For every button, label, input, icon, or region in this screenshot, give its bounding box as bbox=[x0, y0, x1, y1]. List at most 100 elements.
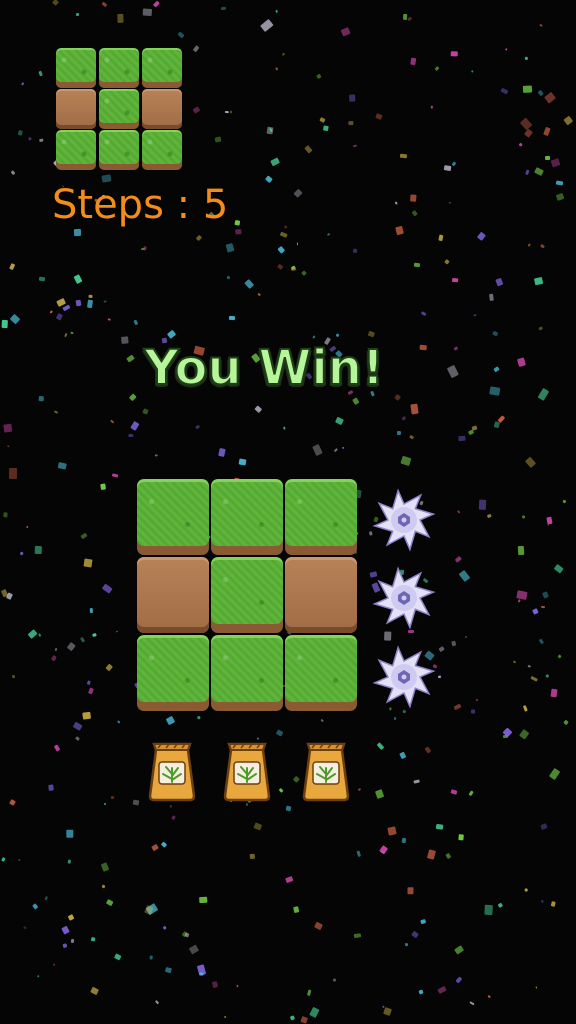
confetti-piece bbox=[535, 986, 538, 990]
confetti-piece bbox=[27, 136, 32, 141]
confetti-piece bbox=[289, 1014, 295, 1021]
confetti-piece bbox=[167, 329, 177, 339]
confetti-piece bbox=[38, 395, 44, 402]
confetti-piece bbox=[478, 500, 486, 511]
confetti-piece bbox=[451, 161, 457, 167]
seed-bag-icon[interactable] bbox=[219, 736, 275, 804]
confetti-piece bbox=[399, 751, 407, 760]
confetti-piece bbox=[0, 856, 6, 862]
confetti-piece bbox=[65, 829, 73, 838]
confetti-piece bbox=[563, 115, 573, 125]
confetti-piece bbox=[382, 1006, 392, 1016]
confetti-piece bbox=[496, 902, 503, 909]
confetti-piece bbox=[225, 242, 235, 253]
confetti-piece bbox=[548, 768, 560, 781]
confetti-piece bbox=[519, 729, 530, 741]
confetti-piece bbox=[282, 426, 286, 430]
confetti-piece bbox=[517, 599, 521, 603]
board-grass-tile[interactable] bbox=[211, 557, 283, 633]
confetti-piece bbox=[311, 335, 316, 340]
confetti-piece bbox=[168, 803, 173, 808]
confetti-piece bbox=[264, 174, 273, 183]
confetti-piece bbox=[6, 444, 10, 448]
confetti-piece bbox=[151, 844, 160, 852]
confetti-piece bbox=[374, 788, 385, 799]
confetti-piece bbox=[522, 705, 528, 713]
board-grass-tile[interactable] bbox=[285, 635, 357, 711]
confetti-piece bbox=[238, 458, 247, 466]
win-message: You Win! bbox=[143, 339, 385, 397]
confetti-piece bbox=[356, 850, 362, 858]
saw-blade-icon[interactable] bbox=[372, 645, 436, 709]
confetti-piece bbox=[128, 433, 133, 438]
confetti-piece bbox=[116, 13, 124, 23]
confetti-piece bbox=[225, 111, 230, 114]
confetti-piece bbox=[235, 984, 239, 988]
confetti-piece bbox=[37, 975, 40, 978]
board-grass-tile[interactable] bbox=[211, 635, 283, 711]
confetti-piece bbox=[101, 583, 113, 594]
confetti-piece bbox=[375, 113, 383, 120]
confetti-piece bbox=[86, 680, 92, 686]
confetti-piece bbox=[322, 125, 329, 132]
seed-bag-icon[interactable] bbox=[144, 736, 200, 804]
confetti-piece bbox=[497, 415, 506, 424]
confetti-piece bbox=[404, 942, 409, 947]
confetti-piece bbox=[450, 788, 458, 795]
confetti-piece bbox=[546, 516, 554, 525]
confetti-piece bbox=[80, 636, 86, 643]
confetti-piece bbox=[312, 443, 324, 457]
board-grass-tile[interactable] bbox=[137, 635, 209, 711]
confetti-piece bbox=[540, 899, 545, 904]
confetti-piece bbox=[367, 330, 376, 338]
confetti-piece bbox=[244, 278, 255, 289]
confetti-piece bbox=[35, 546, 43, 555]
board-dirt-tile[interactable] bbox=[285, 557, 357, 633]
confetti-piece bbox=[8, 467, 17, 480]
board-grass-tile[interactable] bbox=[211, 479, 283, 555]
confetti-piece bbox=[554, 564, 564, 574]
confetti-piece bbox=[82, 711, 91, 721]
confetti-piece bbox=[402, 13, 407, 20]
confetti-piece bbox=[113, 953, 121, 961]
confetti-piece bbox=[276, 263, 284, 270]
confetti-piece bbox=[154, 999, 159, 1005]
confetti-piece bbox=[100, 862, 110, 872]
confetti-piece bbox=[27, 629, 38, 639]
target-grass-tile bbox=[99, 89, 139, 129]
confetti-piece bbox=[76, 12, 79, 17]
confetti-piece bbox=[229, 316, 235, 320]
confetti-piece bbox=[170, 815, 176, 820]
confetti-piece bbox=[306, 988, 312, 996]
confetti-piece bbox=[90, 987, 100, 996]
confetti-piece bbox=[335, 416, 345, 426]
confetti-piece bbox=[133, 319, 139, 326]
confetti-piece bbox=[188, 944, 199, 955]
confetti-piece bbox=[332, 978, 337, 982]
confetti-piece bbox=[52, 0, 59, 7]
confetti-piece bbox=[444, 259, 450, 265]
confetti-piece bbox=[524, 169, 530, 175]
confetti-piece bbox=[538, 639, 544, 645]
confetti-piece bbox=[540, 822, 549, 830]
confetti-piece bbox=[523, 128, 534, 139]
confetti-piece bbox=[73, 229, 81, 237]
saw-blade-icon[interactable] bbox=[372, 566, 436, 630]
confetti-piece bbox=[277, 245, 286, 255]
board-dirt-tile[interactable] bbox=[137, 557, 209, 633]
confetti-piece bbox=[130, 421, 140, 432]
board-grass-tile[interactable] bbox=[285, 479, 357, 555]
board-grass-tile[interactable] bbox=[137, 479, 209, 555]
confetti-piece bbox=[281, 52, 285, 56]
confetti-piece bbox=[111, 472, 119, 478]
seed-bag-icon[interactable] bbox=[298, 736, 354, 804]
confetti-piece bbox=[10, 169, 16, 175]
confetti-piece bbox=[212, 981, 219, 988]
confetti-piece bbox=[8, 799, 16, 807]
confetti-piece bbox=[451, 641, 457, 647]
confetti-piece bbox=[1, 320, 9, 329]
confetti-piece bbox=[487, 994, 492, 998]
confetti-piece bbox=[524, 456, 536, 468]
confetti-piece bbox=[457, 509, 461, 514]
saw-blade-icon[interactable] bbox=[372, 488, 436, 552]
